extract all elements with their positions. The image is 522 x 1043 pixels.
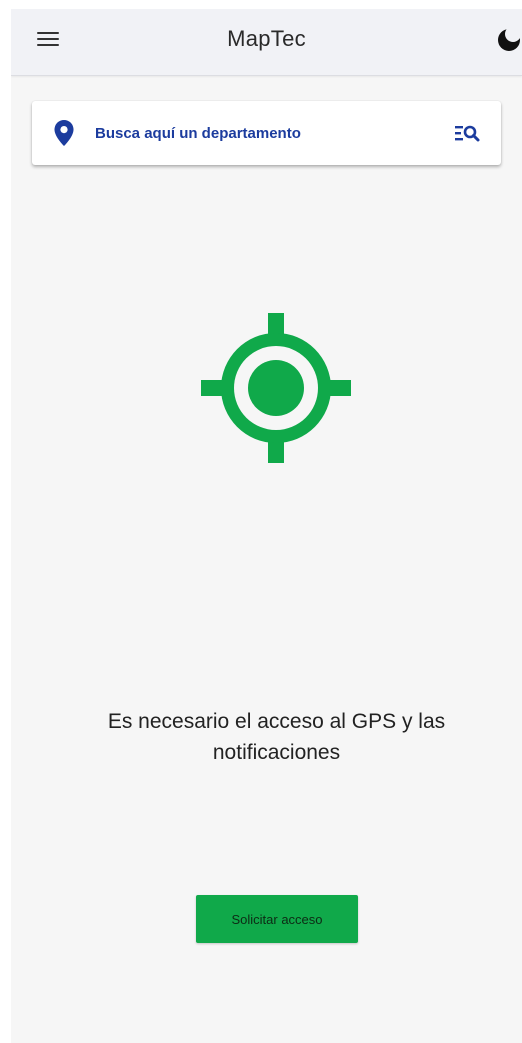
app-bar: MapTec bbox=[11, 9, 522, 76]
moon-icon bbox=[498, 26, 521, 51]
search-input[interactable] bbox=[95, 119, 455, 147]
list-search-icon bbox=[455, 125, 480, 142]
theme-toggle-button[interactable] bbox=[496, 25, 522, 55]
search-bar bbox=[32, 101, 501, 165]
location-pin-icon bbox=[54, 120, 74, 146]
app-screen: MapTec Busca aquí un departamento Es nec… bbox=[11, 9, 522, 1043]
permission-message: Es necesario el acceso al GPS y las noti… bbox=[107, 710, 446, 764]
list-search-button[interactable] bbox=[453, 121, 483, 145]
gps-target-icon bbox=[201, 313, 351, 463]
request-access-button[interactable]: Solicitar acceso bbox=[196, 895, 358, 943]
app-title: MapTec bbox=[227, 26, 306, 51]
